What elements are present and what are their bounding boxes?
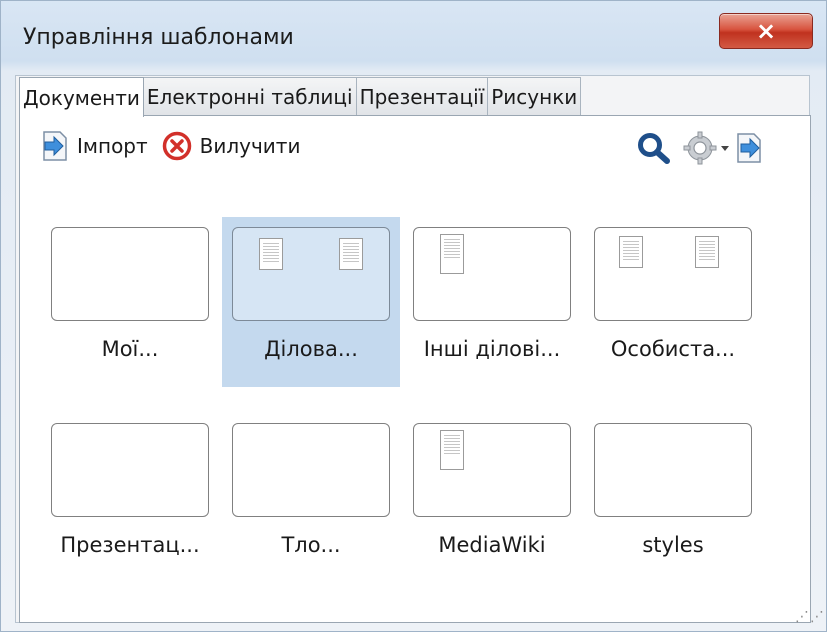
- resize-grip[interactable]: ⋰⋰: [795, 609, 824, 625]
- template-folder-backgrounds[interactable]: Тло...: [222, 413, 400, 583]
- right-toolbar: [637, 131, 763, 165]
- template-folder-personal[interactable]: Особиста...: [584, 217, 762, 387]
- document-preview-icon: [619, 236, 643, 268]
- folder-thumbnail: [232, 227, 390, 321]
- folder-thumbnail: [594, 423, 752, 517]
- template-folder-mediawiki[interactable]: MediaWiki: [403, 413, 581, 583]
- dialog-title: Управління шаблонами: [23, 25, 294, 50]
- close-icon: ×: [755, 17, 777, 45]
- folder-label: Мої...: [101, 337, 159, 361]
- folder-thumbnail: [413, 423, 571, 517]
- document-preview-icon: [259, 238, 283, 270]
- import-button[interactable]: Імпорт: [41, 131, 148, 161]
- folder-label: Інші ділові...: [423, 337, 561, 361]
- template-manager-dialog: Управління шаблонами × Документи Електро…: [0, 0, 827, 632]
- document-preview-icon: [440, 234, 464, 274]
- tab-bar: Документи Електронні таблиці Презентації…: [19, 77, 582, 117]
- export-arrow-icon[interactable]: [735, 133, 763, 163]
- import-arrow-icon: [43, 131, 67, 161]
- folder-label: MediaWiki: [438, 533, 546, 557]
- template-folder-other-business[interactable]: Інші ділові...: [403, 217, 581, 387]
- folder-label: Презентац...: [60, 533, 200, 557]
- template-folder-styles[interactable]: styles: [584, 413, 762, 583]
- template-folder-my[interactable]: Мої...: [41, 217, 219, 387]
- import-label: Імпорт: [77, 134, 148, 158]
- tab-spreadsheets[interactable]: Електронні таблиці: [142, 77, 357, 115]
- folder-thumbnail: [51, 423, 209, 517]
- tab-drawings[interactable]: Рисунки: [487, 77, 582, 115]
- toolbar: Імпорт Вилучити: [41, 131, 314, 161]
- close-button[interactable]: ×: [719, 13, 813, 49]
- tab-documents[interactable]: Документи: [19, 77, 144, 117]
- folder-thumbnail: [232, 423, 390, 517]
- folder-label: Особиста...: [610, 337, 736, 361]
- search-icon[interactable]: [637, 132, 671, 164]
- document-preview-icon: [339, 238, 363, 270]
- template-folder-presentations[interactable]: Презентац...: [41, 413, 219, 583]
- folder-label: styles: [642, 533, 704, 557]
- delete-label: Вилучити: [199, 134, 301, 158]
- folder-label: Тло...: [281, 533, 341, 557]
- chevron-down-icon[interactable]: [719, 142, 731, 154]
- gear-icon[interactable]: [683, 131, 717, 165]
- folder-thumbnail: [594, 227, 752, 321]
- template-folder-business[interactable]: Ділова...: [222, 217, 400, 387]
- folder-thumbnail: [413, 227, 571, 321]
- folder-thumbnail: [51, 227, 209, 321]
- delete-circle-icon: [162, 131, 191, 161]
- folder-label: Ділова...: [264, 337, 358, 361]
- document-preview-icon: [695, 236, 719, 268]
- delete-button[interactable]: Вилучити: [162, 131, 301, 161]
- document-preview-icon: [440, 430, 464, 470]
- tab-presentations[interactable]: Презентації: [355, 77, 489, 115]
